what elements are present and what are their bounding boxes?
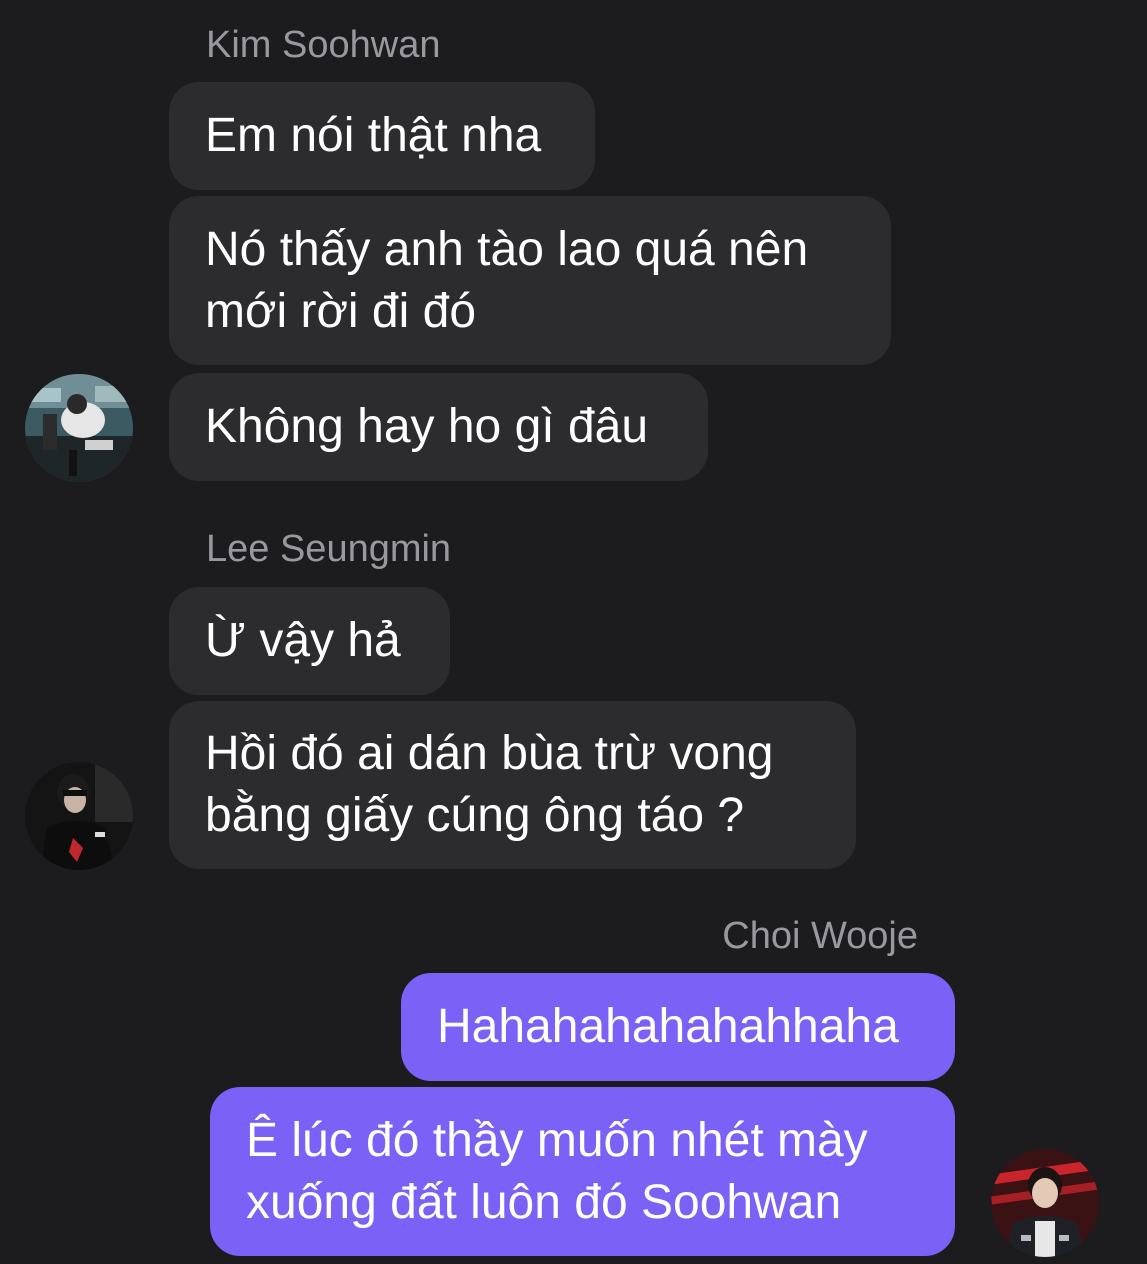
message-text: Nó thấy anh tào lao quá nên mới rời đi đ… — [205, 222, 809, 338]
message-text: Hồi đó ai dán bùa trừ vong bằng giấy cún… — [205, 727, 774, 842]
message-text: Không hay ho gì đâu — [205, 400, 649, 453]
avatar-photo-icon[interactable] — [25, 762, 133, 870]
message-bubble[interactable]: Nó thấy anh tào lao quá nên mới rời đi đ… — [169, 196, 891, 365]
message-bubble[interactable]: Hồi đó ai dán bùa trừ vong bằng giấy cún… — [169, 701, 856, 869]
avatar-photo-icon[interactable] — [25, 374, 133, 482]
sender-name: Lee Seungmin — [206, 528, 452, 570]
message-text: Ừ vậy hả — [205, 614, 401, 667]
message-text: Hahahahahahahhaha — [437, 1000, 899, 1053]
message-bubble[interactable]: Ê lúc đó thầy muốn nhét mày xuống đất lu… — [210, 1087, 955, 1256]
message-bubble[interactable]: Không hay ho gì đâu — [169, 373, 708, 481]
avatar-photo-icon[interactable] — [991, 1149, 1099, 1257]
sender-name: Choi Wooje — [722, 915, 918, 957]
sender-name: Kim Soohwan — [206, 24, 441, 66]
message-text: Em nói thật nha — [205, 109, 542, 162]
message-text: Ê lúc đó thầy muốn nhét mày xuống đất lu… — [246, 1113, 868, 1229]
message-bubble[interactable]: Hahahahahahahhaha — [401, 973, 955, 1081]
message-bubble[interactable]: Ừ vậy hả — [169, 587, 450, 695]
message-bubble[interactable]: Em nói thật nha — [169, 82, 595, 190]
